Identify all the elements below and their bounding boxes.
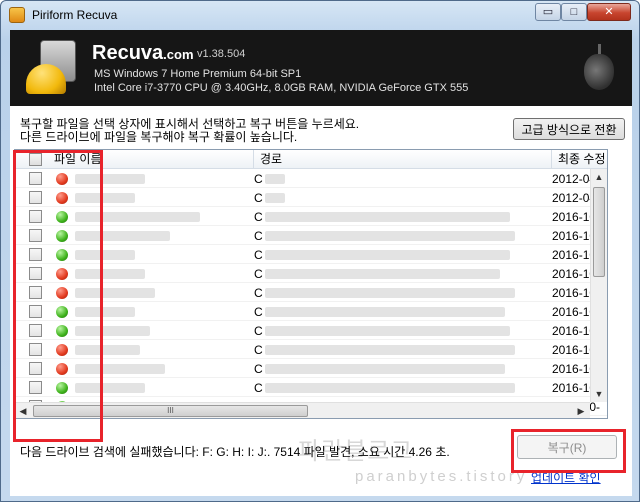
row-path: C bbox=[254, 305, 263, 319]
row-path: C bbox=[254, 267, 263, 281]
table-row[interactable]: redC2016-10- bbox=[15, 264, 607, 283]
table-row[interactable]: greenC2016-10- bbox=[15, 378, 607, 397]
file-list: 파일 이름 경로 최종 수정 redC2012-04-redC2012-04-g… bbox=[14, 149, 608, 419]
scroll-right-icon[interactable]: ▶ bbox=[573, 403, 589, 418]
instruction-line-2: 다른 드라이브에 파일을 복구해야 복구 확률이 높습니다. bbox=[20, 130, 298, 144]
blurred-path bbox=[265, 383, 515, 393]
brand-main: Recuva bbox=[92, 42, 164, 64]
highlight-box-status-column bbox=[13, 150, 103, 442]
vertical-scroll-thumb[interactable] bbox=[593, 187, 605, 277]
table-row[interactable]: greenC2016-10- bbox=[15, 207, 607, 226]
table-row[interactable]: redC2016-10- bbox=[15, 359, 607, 378]
row-path: C bbox=[254, 172, 263, 186]
minimize-button[interactable]: ▭ bbox=[535, 3, 561, 21]
pear-body bbox=[584, 54, 614, 90]
blurred-path bbox=[265, 307, 505, 317]
maximize-button[interactable]: □ bbox=[561, 3, 587, 21]
table-row[interactable]: greenC2016-10- bbox=[15, 245, 607, 264]
blurred-path bbox=[265, 212, 510, 222]
row-path: C bbox=[254, 324, 263, 338]
piriform-pear-icon bbox=[584, 44, 614, 90]
scroll-down-icon[interactable]: ▼ bbox=[591, 386, 607, 402]
list-header: 파일 이름 경로 최종 수정 bbox=[15, 150, 607, 169]
blurred-path bbox=[265, 345, 515, 355]
blurred-path bbox=[265, 250, 510, 260]
advanced-mode-button[interactable]: 고급 방식으로 전환 bbox=[513, 118, 625, 140]
brand-name: Recuva.com bbox=[92, 42, 194, 65]
row-path: C bbox=[254, 229, 263, 243]
blurred-path bbox=[265, 288, 515, 298]
row-path: C bbox=[254, 248, 263, 262]
watermark-url: paranbytes.tistory bbox=[355, 468, 528, 485]
highlight-box-recover-button bbox=[511, 429, 626, 473]
blurred-path bbox=[265, 269, 500, 279]
vertical-scrollbar[interactable]: ▲ ▼ bbox=[590, 169, 607, 402]
table-row[interactable]: redC2016-10- bbox=[15, 340, 607, 359]
table-row[interactable]: greenC2016-10- bbox=[15, 321, 607, 340]
brand-suffix: .com bbox=[163, 47, 194, 62]
blurred-path bbox=[265, 174, 285, 184]
blurred-path bbox=[265, 193, 285, 203]
blurred-path bbox=[265, 364, 505, 374]
table-row[interactable]: greenC2016-10- bbox=[15, 302, 607, 321]
recuva-app-icon bbox=[9, 7, 25, 23]
blurred-path bbox=[265, 326, 510, 336]
window-title: Piriform Recuva bbox=[32, 8, 118, 22]
version-label: v1.38.504 bbox=[197, 48, 246, 60]
list-rows: redC2012-04-redC2012-04-greenC2016-10-gr… bbox=[15, 169, 607, 416]
blurred-path bbox=[265, 231, 515, 241]
recuva-logo-icon bbox=[24, 38, 84, 96]
row-path: C bbox=[254, 343, 263, 357]
table-row[interactable]: greenC2016-10- bbox=[15, 226, 607, 245]
table-row[interactable]: redC2016-10- bbox=[15, 283, 607, 302]
row-path: C bbox=[254, 381, 263, 395]
hardware-info: Intel Core i7-3770 CPU @ 3.40GHz, 8.0GB … bbox=[94, 82, 469, 94]
title-bar[interactable]: Piriform Recuva ▭ □ ✕ bbox=[1, 1, 639, 29]
table-row[interactable]: redC2012-04- bbox=[15, 169, 607, 188]
row-path: C bbox=[254, 191, 263, 205]
close-button[interactable]: ✕ bbox=[587, 3, 631, 21]
row-path: C bbox=[254, 210, 263, 224]
row-path: C bbox=[254, 362, 263, 376]
os-info: MS Windows 7 Home Premium 64-bit SP1 bbox=[94, 68, 302, 80]
app-header: Recuva.com v1.38.504 MS Windows 7 Home P… bbox=[10, 30, 632, 106]
status-text: 다음 드라이브 검색에 실패했습니다: F: G: H: I: J:. 7514… bbox=[20, 445, 450, 459]
scroll-up-icon[interactable]: ▲ bbox=[591, 169, 607, 185]
column-modified[interactable]: 최종 수정 bbox=[552, 150, 607, 169]
table-row[interactable]: redC2012-04- bbox=[15, 188, 607, 207]
column-path[interactable]: 경로 bbox=[254, 150, 552, 169]
row-path: C bbox=[254, 286, 263, 300]
